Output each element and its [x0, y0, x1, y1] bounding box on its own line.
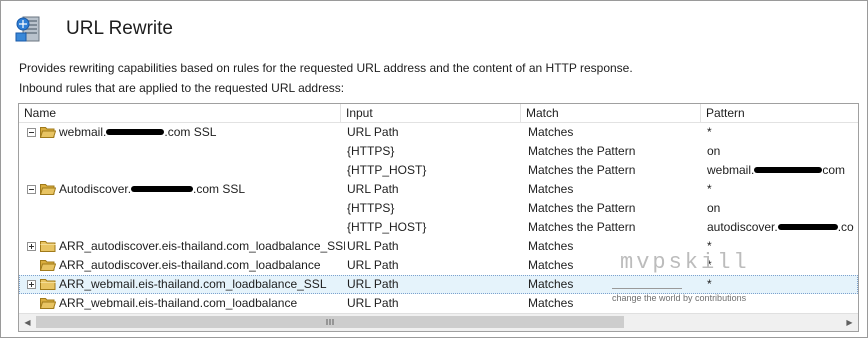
column-header-match[interactable]: Match — [521, 104, 701, 122]
column-header-pattern[interactable]: Pattern — [701, 104, 858, 122]
rule-pattern-cell: autodiscover. .co — [707, 218, 858, 237]
rule-match-cell: Matches the Pattern — [528, 163, 636, 177]
rule-match-cell: Matches the Pattern — [528, 220, 636, 234]
rule-pattern-suffix: com — [822, 163, 846, 177]
rule-name-cell[interactable]: webmail. .com SSL — [27, 123, 345, 142]
rule-pattern: autodiscover. — [707, 220, 778, 234]
expand-plus-icon[interactable] — [27, 242, 36, 251]
rule-pattern-cell: on — [707, 199, 858, 218]
folder-closed-icon — [40, 241, 56, 252]
table-row[interactable]: webmail. .com SSL URL Path Matches * — [19, 123, 858, 142]
table-row[interactable]: {HTTPS} Matches the Pattern on — [19, 199, 858, 218]
folder-open-icon — [40, 298, 56, 309]
rule-name-cell[interactable]: ARR_webmail.eis-thailand.com_loadbalance… — [27, 275, 345, 294]
horizontal-scrollbar[interactable]: ◀ ▶ — [19, 313, 858, 331]
rule-name-cell[interactable]: ARR_webmail.eis-thailand.com_loadbalance — [27, 294, 345, 313]
table-row[interactable]: Autodiscover. .com SSL URL Path Matches * — [19, 180, 858, 199]
rule-pattern-cell: webmail. com — [707, 161, 858, 180]
rule-pattern-cell: * — [707, 123, 858, 142]
rule-pattern: * — [707, 125, 712, 139]
rule-name-cell[interactable]: Autodiscover. .com SSL — [27, 180, 345, 199]
expand-plus-icon[interactable] — [27, 280, 36, 289]
column-header-input[interactable]: Input — [341, 104, 521, 122]
folder-open-icon — [40, 260, 56, 271]
rule-match-cell: Matches — [528, 277, 574, 291]
rule-pattern: on — [707, 201, 721, 215]
rule-input-cell: {HTTP_HOST} — [347, 220, 427, 234]
folder-open-icon — [40, 184, 56, 195]
rule-input-cell: {HTTPS} — [347, 144, 395, 158]
rule-match-cell: Matches — [528, 258, 574, 272]
rule-pattern-cell: on — [707, 142, 858, 161]
inbound-rules-list[interactable]: Name Input Match Pattern webmail. .com SS… — [18, 103, 859, 332]
rule-name-cell[interactable] — [27, 199, 345, 218]
rule-name: ARR_autodiscover.eis-thailand.com_loadba… — [59, 258, 321, 272]
rule-pattern-suffix: .co — [837, 220, 854, 234]
rule-match-cell: Matches — [528, 296, 574, 310]
table-row[interactable]: ARR_webmail.eis-thailand.com_loadbalance… — [19, 294, 858, 313]
rule-name: ARR_autodiscover.eis-thailand.com_loadba… — [59, 239, 345, 253]
column-header-row: Name Input Match Pattern — [19, 104, 858, 123]
collapse-minus-icon[interactable] — [27, 128, 36, 137]
rule-name-cell[interactable]: ARR_autodiscover.eis-thailand.com_loadba… — [27, 237, 345, 256]
rule-pattern-cell: * — [707, 275, 858, 294]
table-row[interactable]: ARR_webmail.eis-thailand.com_loadbalance… — [19, 275, 858, 294]
scroll-left-button[interactable]: ◀ — [19, 314, 36, 331]
url-rewrite-icon — [15, 16, 40, 42]
rule-name-cell[interactable] — [27, 161, 345, 180]
rule-pattern-cell — [707, 294, 858, 313]
rule-name-cell[interactable]: ARR_autodiscover.eis-thailand.com_loadba… — [27, 256, 345, 275]
rule-input-cell: URL Path — [347, 296, 399, 310]
grip-icon — [326, 319, 334, 325]
rule-pattern-cell: * — [707, 237, 858, 256]
rule-pattern: * — [707, 239, 712, 253]
redaction-mark — [754, 167, 823, 173]
table-row[interactable]: {HTTPS} Matches the Pattern on — [19, 142, 858, 161]
rule-name: ARR_webmail.eis-thailand.com_loadbalance… — [59, 277, 327, 291]
rule-pattern-cell: * — [707, 180, 858, 199]
rule-match-cell: Matches — [528, 239, 574, 253]
table-row[interactable]: ARR_autodiscover.eis-thailand.com_loadba… — [19, 256, 858, 275]
table-row[interactable]: ARR_autodiscover.eis-thailand.com_loadba… — [19, 237, 858, 256]
redaction-mark — [106, 129, 165, 135]
rule-name: Autodiscover. — [59, 182, 132, 196]
rule-pattern: webmail. — [707, 163, 755, 177]
rule-match-cell: Matches the Pattern — [528, 201, 636, 215]
rule-pattern: * — [707, 258, 712, 272]
feature-description: Provides rewriting capabilities based on… — [19, 61, 633, 75]
rule-input-cell: URL Path — [347, 125, 399, 139]
rule-input-cell: URL Path — [347, 277, 399, 291]
rule-name-cell[interactable] — [27, 218, 345, 237]
rule-name: webmail. — [59, 125, 107, 139]
rule-input-cell: {HTTP_HOST} — [347, 163, 427, 177]
rule-name-suffix: .com SSL — [193, 182, 246, 196]
rule-pattern-cell: * — [707, 256, 858, 275]
rule-name: ARR_webmail.eis-thailand.com_loadbalance — [59, 296, 298, 310]
redaction-mark — [777, 224, 838, 230]
rule-input-cell: URL Path — [347, 258, 399, 272]
rule-match-cell: Matches — [528, 125, 574, 139]
rule-match-cell: Matches the Pattern — [528, 144, 636, 158]
redaction-mark — [131, 186, 194, 192]
rule-match-cell: Matches — [528, 182, 574, 196]
scrollbar-thumb[interactable] — [36, 316, 624, 328]
rule-pattern: on — [707, 144, 721, 158]
rule-name-suffix: .com SSL — [164, 125, 217, 139]
page-header: URL Rewrite — [14, 12, 173, 46]
column-header-name[interactable]: Name — [19, 104, 341, 122]
page-title: URL Rewrite — [66, 18, 173, 39]
folder-closed-icon — [40, 279, 56, 290]
collapse-minus-icon[interactable] — [27, 185, 36, 194]
rule-input-cell: URL Path — [347, 239, 399, 253]
rule-input-cell: {HTTPS} — [347, 201, 395, 215]
folder-open-icon — [40, 127, 56, 138]
table-row[interactable]: {HTTP_HOST} Matches the Pattern webmail. co… — [19, 161, 858, 180]
rule-name-cell[interactable] — [27, 142, 345, 161]
inbound-rules-heading: Inbound rules that are applied to the re… — [19, 81, 345, 95]
scroll-right-button[interactable]: ▶ — [841, 314, 858, 331]
rule-pattern: * — [707, 277, 712, 291]
rule-input-cell: URL Path — [347, 182, 399, 196]
rule-pattern: * — [707, 182, 712, 196]
table-row[interactable]: {HTTP_HOST} Matches the Pattern autodiscov… — [19, 218, 858, 237]
